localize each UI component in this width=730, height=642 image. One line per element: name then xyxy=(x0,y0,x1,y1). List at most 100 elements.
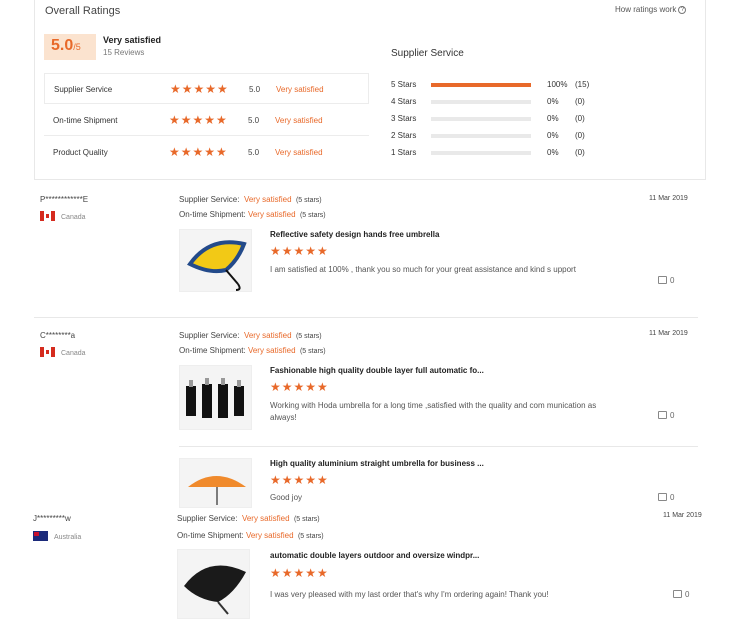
supplier-service-line: Supplier Service: Very satisfied (5 star… xyxy=(179,195,322,204)
umbrella-image xyxy=(184,565,246,615)
product-stars: ★★★★★ xyxy=(270,473,329,487)
country-name: Canada xyxy=(61,350,86,357)
reviewer-country: Australia xyxy=(33,531,81,541)
product-title[interactable]: High quality aluminium straight umbrella… xyxy=(270,459,484,468)
like-count: 0 xyxy=(670,411,675,420)
review-comment: Good joy xyxy=(270,493,303,502)
question-icon[interactable]: ? xyxy=(678,6,687,14)
rating-label: On-time Shipment xyxy=(53,116,118,125)
bar-count: (0) xyxy=(575,148,585,157)
canada-flag-icon xyxy=(40,347,55,357)
score-suffix: /5 xyxy=(73,42,81,52)
service-stars: (5 stars) xyxy=(295,197,322,204)
review-comment: I am satisfied at 100% , thank you so mu… xyxy=(270,265,576,274)
bar-label: 3 Stars xyxy=(391,114,417,123)
review-divider xyxy=(34,317,698,318)
shipment-value: Very satisfied xyxy=(247,210,296,219)
umbrella-image xyxy=(186,378,244,418)
thumbs-up-icon[interactable] xyxy=(673,590,682,598)
australia-flag-icon xyxy=(33,531,48,541)
service-value: Very satisfied xyxy=(241,514,290,523)
product-image[interactable] xyxy=(179,458,252,508)
shipment-line: On-time Shipment: Very satisfied (5 star… xyxy=(179,210,326,219)
like-button[interactable]: 0 xyxy=(658,411,674,420)
overall-score: 5.0/5 xyxy=(44,34,96,60)
shipment-stars: (5 stars) xyxy=(297,533,324,540)
shipment-label: On-time Shipment: xyxy=(179,210,246,219)
product-image[interactable] xyxy=(179,229,252,292)
like-button[interactable]: 0 xyxy=(673,590,689,599)
bar-percent: 0% xyxy=(547,131,559,140)
rating-label: Product Quality xyxy=(53,148,108,157)
reviewer-country: Canada xyxy=(40,347,86,357)
product-image[interactable] xyxy=(179,365,252,430)
product-title[interactable]: Reflective safety design hands free umbr… xyxy=(270,230,439,239)
thumbs-up-icon[interactable] xyxy=(658,276,667,284)
bar-count: (0) xyxy=(575,114,585,123)
thumbs-up-icon[interactable] xyxy=(658,493,667,501)
rating-text: Very satisfied xyxy=(276,85,324,94)
bar-percent: 0% xyxy=(547,114,559,123)
score-value: 5.0 xyxy=(51,37,74,54)
service-label: Supplier Service: xyxy=(177,514,238,523)
shipment-label: On-time Shipment: xyxy=(179,346,246,355)
service-value: Very satisfied xyxy=(243,195,292,204)
product-stars: ★★★★★ xyxy=(270,380,329,394)
bar-percent: 0% xyxy=(547,97,559,106)
bar-percent: 0% xyxy=(547,148,559,157)
product-image[interactable] xyxy=(177,549,250,619)
like-button[interactable]: 0 xyxy=(658,276,674,285)
reviewer-name: J*********w xyxy=(33,514,71,523)
review-date: 11 Mar 2019 xyxy=(649,195,688,202)
shipment-stars: (5 stars) xyxy=(299,348,326,355)
bar-track xyxy=(431,83,531,87)
bar-label: 2 Stars xyxy=(391,131,417,140)
bar-label: 1 Stars xyxy=(391,148,417,157)
like-button[interactable]: 0 xyxy=(658,493,674,502)
rating-label: Supplier Service xyxy=(54,85,113,94)
service-stars: (5 stars) xyxy=(293,516,320,523)
overall-verdict: Very satisfied xyxy=(103,35,162,45)
product-title[interactable]: automatic double layers outdoor and over… xyxy=(270,551,479,560)
how-ratings-work-link[interactable]: How ratings work? xyxy=(615,5,687,14)
product-divider xyxy=(179,446,698,447)
umbrella-image xyxy=(187,240,247,291)
supplier-service-line: Supplier Service: Very satisfied (5 star… xyxy=(177,514,320,523)
like-count: 0 xyxy=(670,493,675,502)
umbrella-image xyxy=(188,476,246,505)
rating-row-on-time-shipment: On-time Shipment ★★★★★ 5.0 Very satisfie… xyxy=(44,105,369,136)
canada-flag-icon xyxy=(40,211,55,221)
star-bar-2: 2 Stars 0% (0) xyxy=(391,130,621,142)
product-title[interactable]: Fashionable high quality double layer fu… xyxy=(270,366,484,375)
bar-count: (15) xyxy=(575,80,590,89)
rating-stars: ★★★★★ xyxy=(170,82,229,96)
rating-row-supplier-service: Supplier Service ★★★★★ 5.0 Very satisfie… xyxy=(44,73,369,104)
bar-track xyxy=(431,100,531,104)
star-bar-5: 5 Stars 100% (15) xyxy=(391,79,621,91)
service-value: Very satisfied xyxy=(243,331,292,340)
service-label: Supplier Service: xyxy=(179,331,240,340)
review-date: 11 Mar 2019 xyxy=(649,330,688,337)
rating-stars: ★★★★★ xyxy=(169,113,228,127)
country-name: Australia xyxy=(54,534,82,541)
reviewer-name: P************E xyxy=(40,195,89,204)
review-comment: I was very pleased with my last order th… xyxy=(270,590,549,599)
bar-track xyxy=(431,151,531,155)
country-name: Canada xyxy=(61,214,86,221)
bar-count: (0) xyxy=(575,97,585,106)
bar-track xyxy=(431,117,531,121)
rating-value: 5.0 xyxy=(248,116,260,125)
shipment-value: Very satisfied xyxy=(245,531,294,540)
rating-stars: ★★★★★ xyxy=(169,145,228,159)
how-ratings-work-label[interactable]: How ratings work xyxy=(615,5,676,14)
product-stars: ★★★★★ xyxy=(270,566,329,580)
review-comment: Working with Hoda umbrella for a long ti… xyxy=(270,401,597,422)
star-bar-1: 1 Stars 0% (0) xyxy=(391,147,621,159)
bar-count: (0) xyxy=(575,131,585,140)
supplier-service-line: Supplier Service: Very satisfied (5 star… xyxy=(179,331,322,340)
thumbs-up-icon[interactable] xyxy=(658,411,667,419)
bar-label: 5 Stars xyxy=(391,80,417,89)
star-bar-4: 4 Stars 0% (0) xyxy=(391,96,621,108)
rating-value: 5.0 xyxy=(249,85,261,94)
service-stars: (5 stars) xyxy=(295,333,322,340)
